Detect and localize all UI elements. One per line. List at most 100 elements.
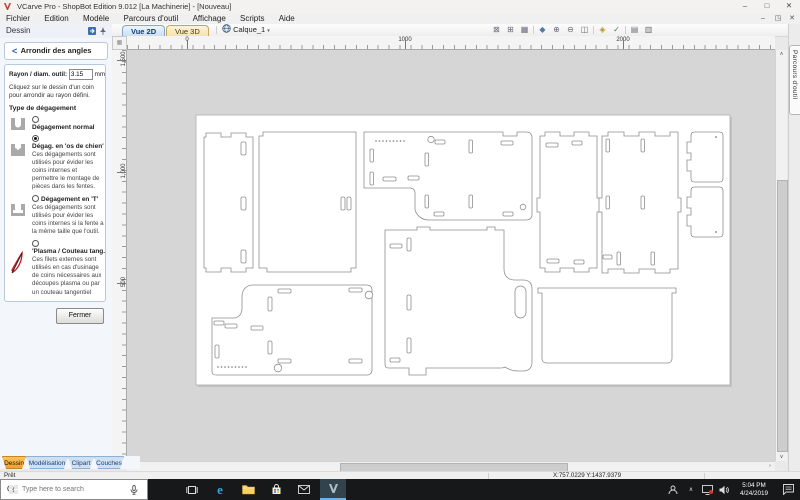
radio-dogbone[interactable] <box>32 134 39 142</box>
layer-name: Calque_1 <box>233 25 266 34</box>
action-center-button[interactable] <box>778 479 798 500</box>
menu-aide[interactable]: Aide <box>273 13 301 24</box>
part-castellated-2 <box>598 131 682 274</box>
layer-dropdown-arrow: ▾ <box>267 28 270 34</box>
mdi-restore-button[interactable]: ◳ <box>771 13 785 24</box>
single-view-icon[interactable]: ▥ <box>642 24 655 36</box>
store-button[interactable] <box>264 479 288 500</box>
panel-pin-icon[interactable] <box>99 27 107 35</box>
edge-icon: e <box>217 481 223 497</box>
edge-button[interactable]: e <box>208 479 232 500</box>
zoom-selection-icon[interactable]: ⊠ <box>490 24 503 36</box>
toolpaths-tab[interactable]: Parcours d'outil <box>789 45 800 115</box>
menu-modele[interactable]: Modèle <box>77 13 115 24</box>
menu-fichier[interactable]: Fichier <box>0 13 36 24</box>
search-input[interactable] <box>20 485 128 494</box>
radius-label: Rayon / diam. outil: <box>9 71 68 79</box>
option-plasma[interactable]: 'Plasma / Couteau tang.' Ces filets exte… <box>9 240 105 296</box>
drill-dots-bottom <box>217 366 247 368</box>
action-center-icon <box>782 484 794 495</box>
tab-modelisation[interactable]: Modélisation <box>26 456 68 469</box>
radio-tslot[interactable] <box>32 195 39 203</box>
tray-volume-button[interactable] <box>716 479 732 500</box>
scroll-right-icon[interactable]: › <box>766 463 774 470</box>
menu-parcours-outil[interactable]: Parcours d'outil <box>117 13 184 24</box>
task-view-icon <box>186 485 198 494</box>
window-title: VCarve Pro - ShopBot Edition 9.012 [La M… <box>17 2 232 11</box>
people-icon <box>668 485 678 494</box>
scroll-down-icon[interactable]: ∨ <box>776 454 787 460</box>
maximize-button[interactable]: □ <box>756 0 778 12</box>
node-edit-icon[interactable]: ✓ <box>610 24 623 36</box>
tray-clock[interactable]: 5:04 PM 4/24/2019 <box>734 479 774 500</box>
type-heading: Type de dégagement <box>9 104 77 112</box>
menu-affichage[interactable]: Affichage <box>187 13 232 24</box>
drawing-panel-label: Dessin <box>6 26 31 35</box>
horizontal-scrollbar[interactable]: ‹ › <box>127 461 775 472</box>
split-view-icon[interactable]: ▤ <box>628 24 641 36</box>
ruler-left: 1,500 1,000 500 <box>112 50 127 461</box>
tray-expand-button[interactable]: ∧ <box>684 479 698 500</box>
option-normal[interactable]: Dégagement normal <box>9 115 101 131</box>
grid-toggle-icon[interactable]: ▦ <box>518 24 531 36</box>
ruler-top: 0 1000 2000 <box>127 36 775 50</box>
people-button[interactable] <box>664 479 682 500</box>
zoom-drawing-icon[interactable]: ⊞ <box>504 24 517 36</box>
tray-date: 4/24/2019 <box>739 489 768 497</box>
mail-button[interactable] <box>292 479 316 500</box>
tab-dessin[interactable]: Dessin <box>2 456 26 469</box>
menu-edition[interactable]: Edition <box>38 13 74 24</box>
vcarve-app-icon <box>328 484 338 493</box>
file-explorer-button[interactable] <box>236 479 260 500</box>
part-bracket-2 <box>686 186 724 238</box>
minimize-button[interactable]: – <box>734 0 756 12</box>
u-dogbone-icon <box>11 143 25 156</box>
folder-icon <box>241 485 255 495</box>
vcarve-taskbar-button[interactable] <box>320 479 346 500</box>
radius-input[interactable] <box>68 69 93 80</box>
layer-selector[interactable]: Calque_1 ▾ <box>222 24 270 36</box>
mdi-minimize-button[interactable]: – <box>756 13 770 24</box>
radius-row: Rayon / diam. outil: mm <box>9 69 105 80</box>
start-button[interactable] <box>0 479 26 500</box>
layers-globe-icon <box>222 24 231 33</box>
tab-couches[interactable]: Couches <box>94 456 124 469</box>
vector-parts[interactable] <box>203 131 724 376</box>
close-button[interactable]: ✕ <box>778 0 800 12</box>
snap-toggle-icon[interactable]: ◈ <box>596 24 609 36</box>
zoom-out-icon[interactable]: ⊖ <box>564 24 577 36</box>
title-bar: VCarve Pro - ShopBot Edition 9.012 [La M… <box>0 0 800 14</box>
part-tray <box>537 287 677 364</box>
mdi-close-button[interactable]: ✕ <box>785 13 799 24</box>
radio-normal[interactable] <box>32 115 39 123</box>
panel-undock-icon[interactable] <box>88 27 96 35</box>
canvas-2d[interactable] <box>127 50 775 461</box>
vertical-scrollbar[interactable]: ∧ ∨ <box>775 50 788 461</box>
task-view-button[interactable] <box>180 479 204 500</box>
bottom-tab-strip: Dessin Modélisation Clipart Couches <box>0 456 140 469</box>
option-tslot[interactable]: Dégagement en 'T' Ces dégagements sont u… <box>9 195 104 236</box>
menu-bar: Fichier Edition Modèle Parcours d'outil … <box>0 13 800 24</box>
tray-display-button[interactable] <box>699 479 715 500</box>
microphone-icon[interactable] <box>130 484 138 495</box>
pan-icon[interactable]: ◆ <box>536 24 549 36</box>
radio-plasma[interactable] <box>32 240 39 248</box>
zoom-window-icon[interactable]: ◫ <box>578 24 591 36</box>
drill-dots-top <box>375 140 405 142</box>
plasma-knife-icon <box>11 250 23 274</box>
tool-panel-header: < Arrondir des angles <box>4 42 108 60</box>
tool-panel-title: Arrondir des angles <box>20 46 92 55</box>
menu-scripts[interactable]: Scripts <box>234 13 270 24</box>
tslot-description: Ces dégagements sont utilisés pour évide… <box>32 204 104 236</box>
dogbone-description: Ces dégagements sont utilisés pour évide… <box>32 150 100 190</box>
back-chevron-icon[interactable]: < <box>12 43 17 59</box>
vcarve-window: VCarve Pro - ShopBot Edition 9.012 [La M… <box>0 0 800 500</box>
tab-clipart[interactable]: Clipart <box>68 456 94 469</box>
plasma-description: Ces filets externes sont utilisés en cas… <box>32 256 102 296</box>
fermer-button[interactable]: Fermer <box>56 308 104 324</box>
u-normal-icon <box>11 117 25 130</box>
zoom-in-icon[interactable]: ⊕ <box>550 24 563 36</box>
option-dogbone[interactable]: Dégag. en 'os de chien' Ces dégagements … <box>9 134 104 191</box>
vertical-scroll-thumb[interactable] <box>777 180 788 452</box>
scroll-up-icon[interactable]: ∧ <box>776 51 787 57</box>
